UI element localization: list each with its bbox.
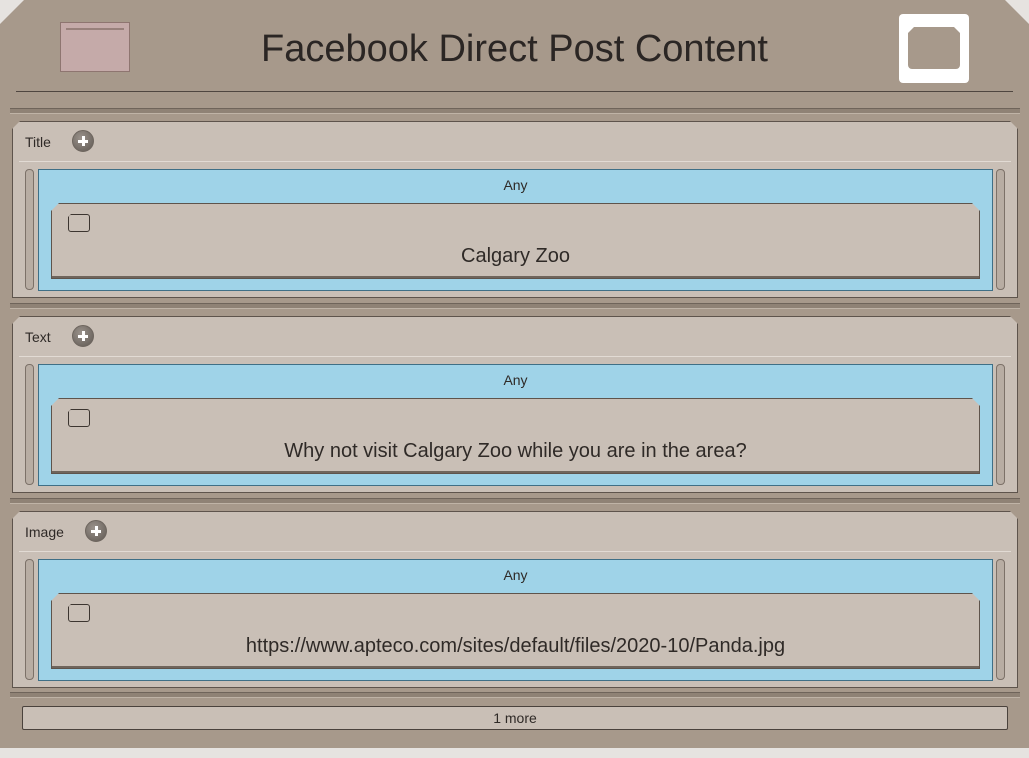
header-divider bbox=[16, 91, 1013, 92]
divider bbox=[19, 356, 1011, 357]
section-separator bbox=[10, 108, 1020, 114]
checkbox[interactable] bbox=[68, 604, 90, 622]
value-text: Calgary Zoo bbox=[461, 245, 570, 267]
section-image: Image Any https://www.apteco.com/sites/d… bbox=[12, 511, 1018, 688]
section-separator bbox=[10, 303, 1020, 309]
section-label: Image bbox=[25, 524, 64, 540]
divider bbox=[19, 161, 1011, 162]
any-panel: Any Calgary Zoo bbox=[38, 169, 993, 291]
more-button[interactable]: 1 more bbox=[22, 706, 1008, 730]
scroll-handle-left[interactable] bbox=[25, 364, 34, 485]
card-icon bbox=[908, 27, 960, 69]
section-title: Title Any Calgary Zoo bbox=[12, 121, 1018, 298]
section-label: Text bbox=[25, 329, 51, 345]
divider bbox=[19, 551, 1011, 552]
value-card[interactable]: Why not visit Calgary Zoo while you are … bbox=[51, 398, 980, 474]
section-separator bbox=[10, 498, 1020, 504]
section-separator bbox=[10, 692, 1020, 698]
header-action-button[interactable] bbox=[899, 14, 969, 83]
scroll-handle-left[interactable] bbox=[25, 169, 34, 290]
value-text: https://www.apteco.com/sites/default/fil… bbox=[245, 635, 786, 657]
add-icon[interactable] bbox=[72, 325, 94, 347]
checkbox[interactable] bbox=[68, 214, 90, 232]
value-card[interactable]: Calgary Zoo bbox=[51, 203, 980, 279]
section-text: Text Any Why not visit Calgary Zoo while… bbox=[12, 316, 1018, 493]
checkbox[interactable] bbox=[68, 409, 90, 427]
main-frame: Facebook Direct Post Content Title Any C… bbox=[0, 0, 1029, 748]
any-label: Any bbox=[503, 372, 528, 388]
scroll-handle-right[interactable] bbox=[996, 364, 1005, 485]
page-title: Facebook Direct Post Content bbox=[261, 28, 768, 70]
value-text: Why not visit Calgary Zoo while you are … bbox=[284, 440, 747, 462]
any-label: Any bbox=[503, 177, 528, 193]
scroll-handle-right[interactable] bbox=[996, 559, 1005, 680]
add-icon[interactable] bbox=[85, 520, 107, 542]
value-card[interactable]: https://www.apteco.com/sites/default/fil… bbox=[51, 593, 980, 669]
scroll-handle-left[interactable] bbox=[25, 559, 34, 680]
add-icon[interactable] bbox=[72, 130, 94, 152]
any-label: Any bbox=[503, 567, 528, 583]
scroll-handle-right[interactable] bbox=[996, 169, 1005, 290]
any-panel: Any https://www.apteco.com/sites/default… bbox=[38, 559, 993, 681]
any-panel: Any Why not visit Calgary Zoo while you … bbox=[38, 364, 993, 486]
section-label: Title bbox=[25, 134, 51, 150]
